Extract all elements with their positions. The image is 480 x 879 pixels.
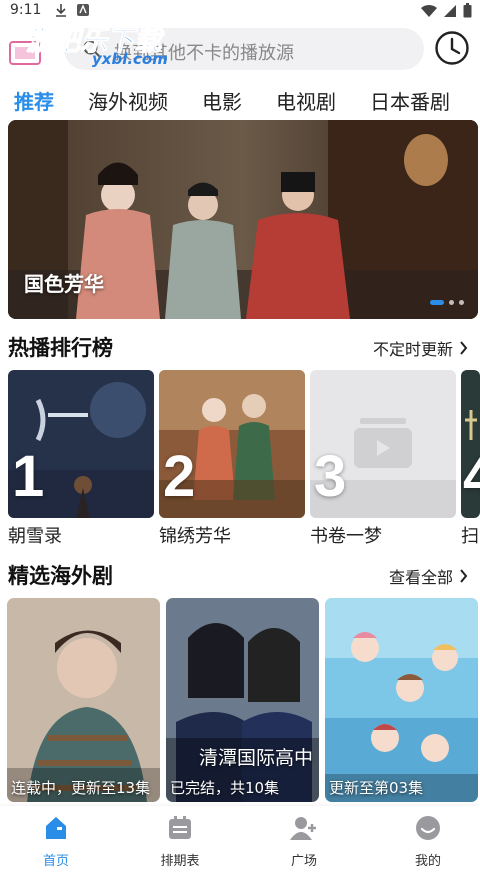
featured-card[interactable]: 连载中，更新至13集: [7, 598, 160, 802]
featured-title: 精选海外剧: [8, 564, 113, 588]
rank-number: 3: [314, 444, 347, 509]
signal-icon: [444, 4, 456, 17]
pagination-dot: [449, 300, 454, 305]
ranking-title: 热播排行榜: [8, 336, 113, 360]
tab-overseas-video[interactable]: 海外视频: [88, 86, 168, 115]
nav-label: 我的: [414, 854, 441, 869]
poster-title-overlay: 清潭国际高中: [198, 747, 313, 769]
ranking-card[interactable]: 2: [159, 370, 305, 518]
app-header: 换到其他不卡的播放源 游吧乐下载 yxbl.com: [0, 22, 480, 80]
nav-label: 广场: [290, 854, 317, 869]
history-clock-button[interactable]: [434, 30, 470, 66]
nav-label: 排期表: [160, 854, 200, 869]
ranking-more-label: 不定时更新: [372, 340, 453, 359]
schedule-icon: [169, 816, 191, 839]
status-time: 9:11: [10, 2, 42, 18]
poster-image: [7, 598, 160, 802]
ranking-item-title[interactable]: 锦绣芳华: [159, 522, 231, 548]
ranking-card[interactable]: 4: [461, 370, 480, 518]
nav-profile[interactable]: 我的: [383, 814, 473, 869]
plaza-icon: [290, 817, 316, 840]
app-logo: 游吧乐下载 yxbl.com: [9, 26, 168, 68]
pagination-dot: [459, 300, 464, 305]
featured-header: 精选海外剧 查看全部: [0, 558, 480, 590]
bottom-navigation: 首页 排期表 广场 我的: [0, 806, 480, 879]
ranking-header: 热播排行榜 不定时更新: [0, 330, 480, 362]
wifi-icon: [421, 4, 437, 17]
nav-label: 首页: [42, 854, 69, 869]
tab-japanese-anime[interactable]: 日本番剧: [370, 86, 450, 115]
featured-more-link[interactable]: 查看全部: [389, 564, 468, 588]
rank-number: 2: [163, 444, 196, 509]
tab-movies[interactable]: 电影: [202, 86, 242, 115]
battery-icon: [463, 3, 472, 18]
banner-pagination: [430, 300, 464, 305]
nav-schedule[interactable]: 排期表: [135, 814, 225, 869]
nav-plaza[interactable]: 广场: [259, 814, 349, 869]
tab-recommended[interactable]: 推荐: [14, 86, 54, 115]
poster-image: [325, 598, 478, 802]
poster-image: [166, 598, 319, 802]
status-bar: 9:11: [0, 0, 480, 22]
ranking-item-title[interactable]: 朝雪录: [8, 522, 62, 548]
nav-home[interactable]: 首页: [11, 814, 101, 869]
episode-status: 连载中，更新至13集: [11, 779, 151, 797]
hero-banner[interactable]: 国色芳华: [8, 120, 478, 319]
rank-number: 4: [463, 444, 480, 509]
chevron-right-icon: [460, 341, 468, 355]
rank-number: 1: [12, 444, 45, 509]
app-notification-icon: [77, 4, 89, 16]
featured-more-label: 查看全部: [388, 568, 453, 587]
banner-title: 国色芳华: [24, 272, 104, 296]
svg-text:yxbl.com: yxbl.com: [92, 50, 168, 68]
featured-card[interactable]: 清潭国际高中 已完结，共10集: [166, 598, 319, 802]
pagination-dot: [430, 300, 444, 305]
featured-card[interactable]: 更新至第03集: [325, 598, 478, 802]
episode-status: 已完结，共10集: [170, 779, 280, 797]
chevron-right-icon: [460, 569, 468, 583]
category-tabs: 推荐 海外视频 电影 电视剧 日本番剧: [0, 82, 480, 118]
download-icon: [56, 4, 66, 17]
ranking-card[interactable]: 3: [310, 370, 456, 518]
ranking-item-title[interactable]: 书卷一梦: [310, 522, 382, 548]
profile-icon: [416, 816, 440, 840]
ranking-card[interactable]: 1: [8, 370, 154, 518]
tab-tv-series[interactable]: 电视剧: [276, 86, 336, 115]
episode-status: 更新至第03集: [329, 779, 424, 797]
ranking-more-link[interactable]: 不定时更新: [373, 336, 468, 360]
ranking-item-title[interactable]: 扫: [461, 522, 479, 548]
home-icon: [46, 817, 66, 839]
